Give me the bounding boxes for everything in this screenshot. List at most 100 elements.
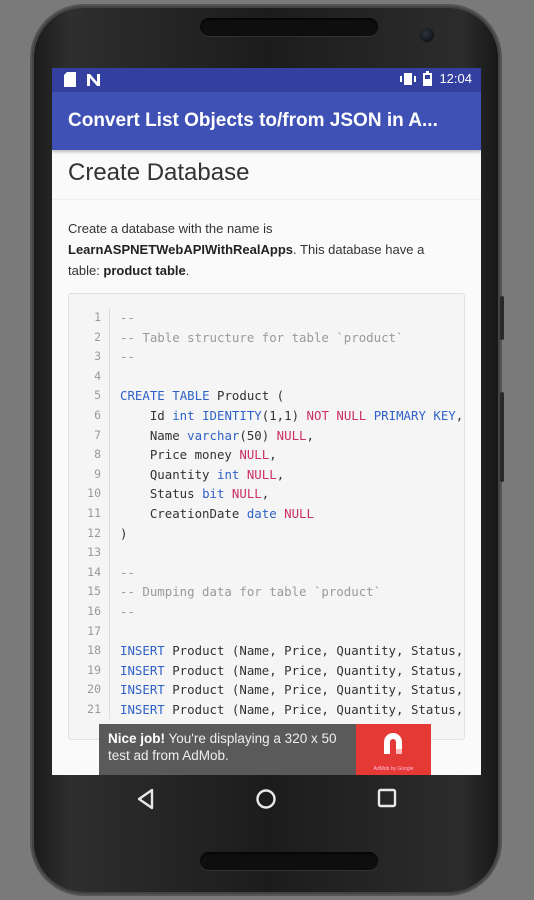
code-line: 13 [69,543,464,563]
navigation-bar [52,775,481,831]
admob-logo[interactable]: AdMob by Google [356,724,431,775]
code-gutter-divider [109,484,110,504]
code-gutter-divider [109,503,110,524]
code-line-text: CREATE TABLE Product ( [120,388,285,404]
code-line: 15 -- Dumping data for table `product` [69,582,464,602]
battery-icon [423,71,433,86]
volume-button[interactable] [500,392,504,482]
ad-bold-text: Nice job! [108,731,166,746]
code-line: 6 Id int IDENTITY(1,1) NOT NULL PRIMARY … [69,405,464,426]
code-line-number: 2 [94,329,101,344]
code-line-number: 8 [94,447,101,462]
code-line-number: 20 [87,682,101,697]
code-line: 3 -- [69,347,464,367]
code-gutter-divider [109,660,110,681]
code-gutter-divider [109,543,110,563]
code-gutter-divider [109,641,110,661]
code-line-text: -- [120,564,135,580]
code-gutter-divider [109,523,110,544]
code-line-number: 3 [94,349,101,364]
code-line-number: 4 [94,368,101,383]
code-line-number: 5 [94,388,101,403]
code-gutter-divider [109,699,110,720]
code-gutter-divider [109,405,110,426]
code-line: 18 INSERT Product (Name, Price, Quantity,… [69,641,464,661]
desc-bold-table-name: product table [103,263,186,278]
desc-text-3: . [185,263,190,278]
code-gutter-divider [109,347,110,367]
status-time: 12:04 [439,71,472,86]
power-button[interactable] [500,296,504,340]
back-icon[interactable] [136,788,156,810]
code-gutter-divider [109,386,110,406]
code-line-number: 7 [94,427,101,442]
admob-banner[interactable]: Nice job! You're displaying a 320 x 50 t… [99,724,431,775]
code-line-text: Name varchar(50) NULL, [120,427,314,443]
code-line-number: 6 [94,407,101,422]
app-bar: Convert List Objects to/from JSON in A..… [52,92,481,150]
code-gutter-divider [109,425,110,446]
top-speaker [200,18,378,36]
code-gutter-divider [109,464,110,485]
code-gutter-divider [109,680,110,700]
code-line-text: -- [120,603,135,619]
desc-bold-database-name: LearnASPNETWebAPIWithRealApps [68,242,294,257]
code-gutter-divider [109,621,110,642]
code-line: 17 [69,621,464,642]
code-line-number: 14 [87,564,101,579]
code-line-number: 11 [87,505,101,520]
code-gutter-divider [109,366,110,387]
code-gutter-divider [109,308,110,328]
code-line-number: 21 [87,701,101,716]
code-gutter-divider [109,562,110,583]
code-lines: 1 -- 2 -- Table structure for table `produc… [69,308,464,720]
code-line-number: 18 [87,643,101,658]
desc-text-1: Create a database with the name is [68,221,273,236]
article-content[interactable]: Create Database Create a database with t… [52,150,481,740]
code-line-text: CreationDate date NULL [120,505,314,521]
code-line: 19 INSERT Product (Name, Price, Quantity,… [69,660,464,681]
sd-card-icon [64,72,76,87]
code-gutter-divider [109,327,110,348]
code-line-number: 12 [87,525,101,540]
admob-logo-caption: AdMob by Google [373,766,414,772]
code-gutter-divider [109,445,110,465]
code-line-text: Status bit NULL, [120,486,270,502]
code-line-text: -- [120,310,135,325]
code-line: 21 INSERT Product (Name, Price, Quantity,… [69,699,464,720]
device-screen: 12:04 Convert List Objects to/from JSON … [52,68,481,775]
code-line: 8 Price money NULL, [69,445,464,465]
code-line: 14 -- [69,562,464,583]
code-line-text: -- Dumping data for table `product` [120,584,382,600]
admob-logo-icon [384,733,402,754]
code-line: 9 Quantity int NULL, [69,464,464,485]
code-line: 20 INSERT Product (Name, Price, Quantity,… [69,680,464,700]
code-line-number: 13 [87,545,101,560]
code-line-text: Id int IDENTITY(1,1) NOT NULL PRIMARY KE… [120,407,464,423]
bottom-speaker [200,852,378,870]
code-line: 16 -- [69,601,464,622]
code-line-text: -- [120,349,135,365]
code-line: 10 Status bit NULL, [69,484,464,504]
code-line: 11 CreationDate date NULL [69,503,464,524]
code-line: 7 Name varchar(50) NULL, [69,425,464,446]
ad-text: Nice job! You're displaying a 320 x 50 t… [99,724,356,775]
code-block[interactable]: 1 -- 2 -- Table structure for table `produc… [68,293,465,740]
code-line: 1 -- [69,308,464,328]
status-bar: 12:04 [52,68,481,92]
code-line-text: INSERT Product (Name, Price, Quantity, S… [120,662,464,678]
code-line-text: Quantity int NULL, [120,466,285,482]
notification-n-icon [87,73,100,86]
code-line: 4 [69,366,464,387]
code-line-number: 15 [87,584,101,599]
code-line-text: INSERT Product (Name, Price, Quantity, S… [120,701,464,717]
code-gutter-divider [109,582,110,602]
code-line: 5 CREATE TABLE Product ( [69,386,464,406]
home-icon[interactable] [255,788,277,810]
code-line: 12) [69,523,464,544]
front-camera [420,28,434,42]
section-heading: Create Database [52,150,481,200]
recents-icon[interactable] [377,788,397,808]
code-line-number: 1 [94,310,101,324]
code-line-number: 17 [87,623,101,638]
